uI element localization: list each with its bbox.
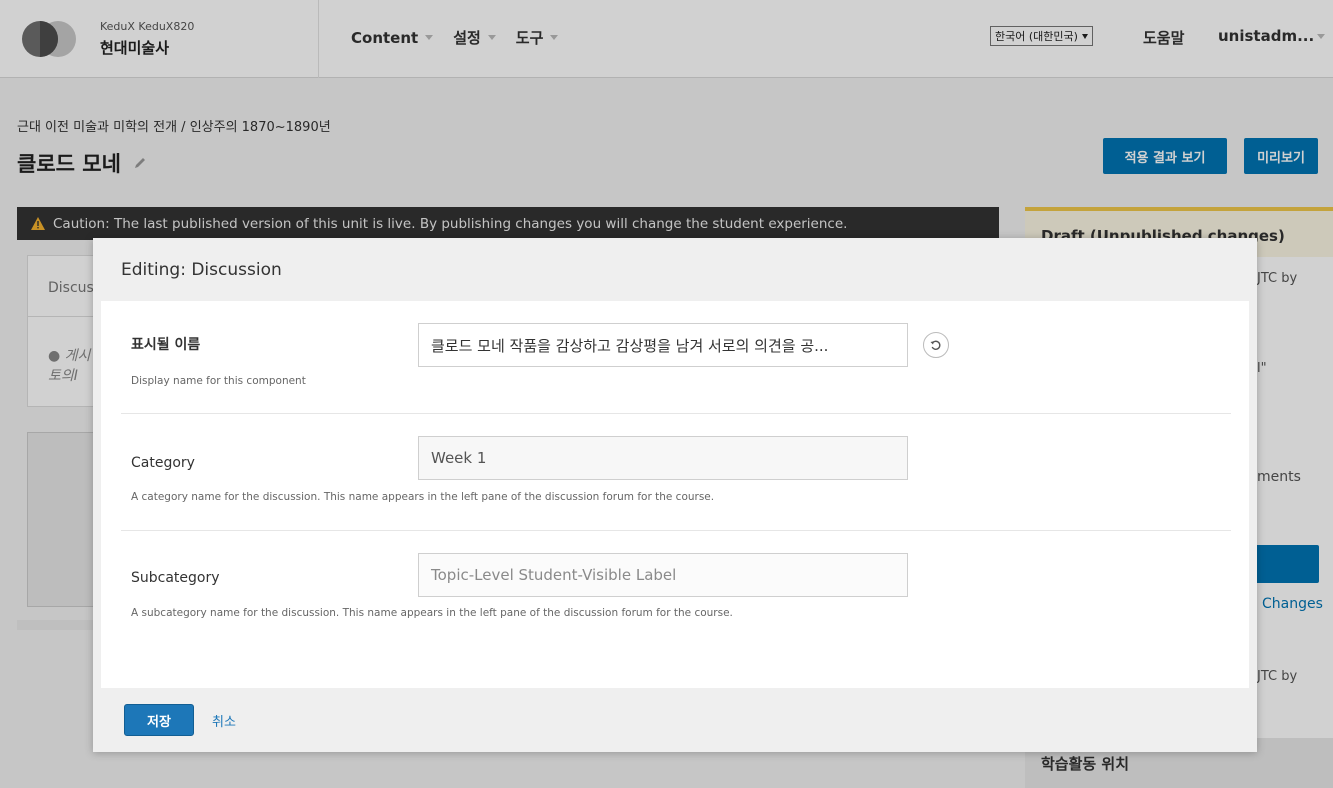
cancel-button[interactable]: 취소 [212,711,236,730]
display-name-label: 표시될 이름 [131,337,201,353]
subcategory-label: Subcategory [131,570,220,586]
display-name-help: Display name for this component [131,375,306,387]
subcategory-input[interactable]: Topic-Level Student-Visible Label [418,553,908,597]
modal-title: Editing: Discussion [121,260,282,280]
display-name-input[interactable]: 클로드 모네 작품을 감상하고 감상평을 남겨 서로의 의견을 공... [418,323,908,367]
edit-component-modal: Editing: Discussion 표시될 이름 클로드 모네 작품을 감상… [93,238,1257,752]
subcategory-setting: Subcategory Topic-Level Student-Visible … [121,532,1231,650]
modal-actions: 저장 취소 [124,704,236,736]
display-name-setting: 표시될 이름 클로드 모네 작품을 감상하고 감상평을 남겨 서로의 의견을 공… [121,301,1231,414]
category-label: Category [131,455,195,471]
undo-icon [930,340,941,350]
subcategory-help: A subcategory name for the discussion. T… [131,607,733,619]
save-button[interactable]: 저장 [124,704,194,736]
category-setting: Category Week 1 A category name for the … [121,415,1231,531]
reset-icon[interactable] [923,332,949,358]
category-input[interactable]: Week 1 [418,436,908,480]
modal-body: 표시될 이름 클로드 모네 작품을 감상하고 감상평을 남겨 서로의 의견을 공… [101,301,1249,688]
category-help: A category name for the discussion. This… [131,491,715,503]
